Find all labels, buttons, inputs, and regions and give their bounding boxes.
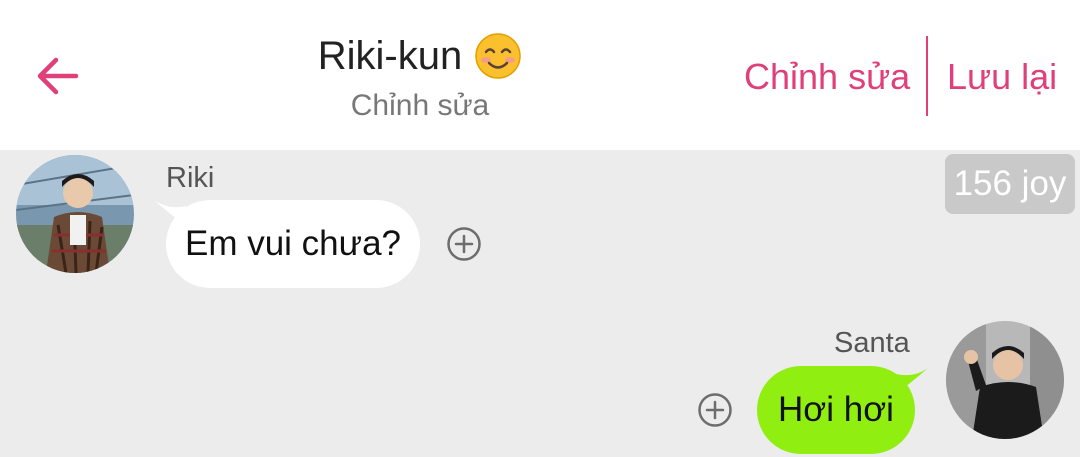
arrow-left-icon [36, 54, 80, 103]
save-button[interactable]: Lưu lại [947, 52, 1057, 102]
add-reaction-button-santa[interactable] [697, 392, 733, 428]
plus-circle-icon [447, 227, 481, 261]
chat-title: Riki-kun [317, 34, 463, 78]
joy-count-badge: 156 joy [945, 154, 1075, 214]
message-text: Em vui chưa? [184, 224, 401, 263]
chat-subtitle: Chỉnh sửa [350, 89, 490, 122]
avatar-santa[interactable] [946, 321, 1064, 439]
header-divider [926, 36, 928, 116]
avatar-riki[interactable] [16, 155, 134, 273]
smiling-face-emoji [474, 32, 522, 80]
plus-circle-icon [698, 393, 732, 427]
message-bubble-riki[interactable]: Em vui chưa? [166, 200, 420, 288]
chat-header: Riki-kun Chỉnh sửa Chỉnh sửa Lưu lại [0, 0, 1080, 150]
message-bubble-santa[interactable]: Hơi hơi [757, 366, 915, 454]
back-button[interactable] [30, 50, 86, 106]
message-text: Hơi hơi [778, 390, 894, 429]
add-reaction-button-riki[interactable] [446, 226, 482, 262]
title-block: Riki-kun Chỉnh sửa [260, 28, 580, 126]
edit-button[interactable]: Chỉnh sửa [744, 52, 910, 102]
sender-name-santa: Santa [834, 327, 910, 359]
sender-name-riki: Riki [166, 162, 215, 194]
